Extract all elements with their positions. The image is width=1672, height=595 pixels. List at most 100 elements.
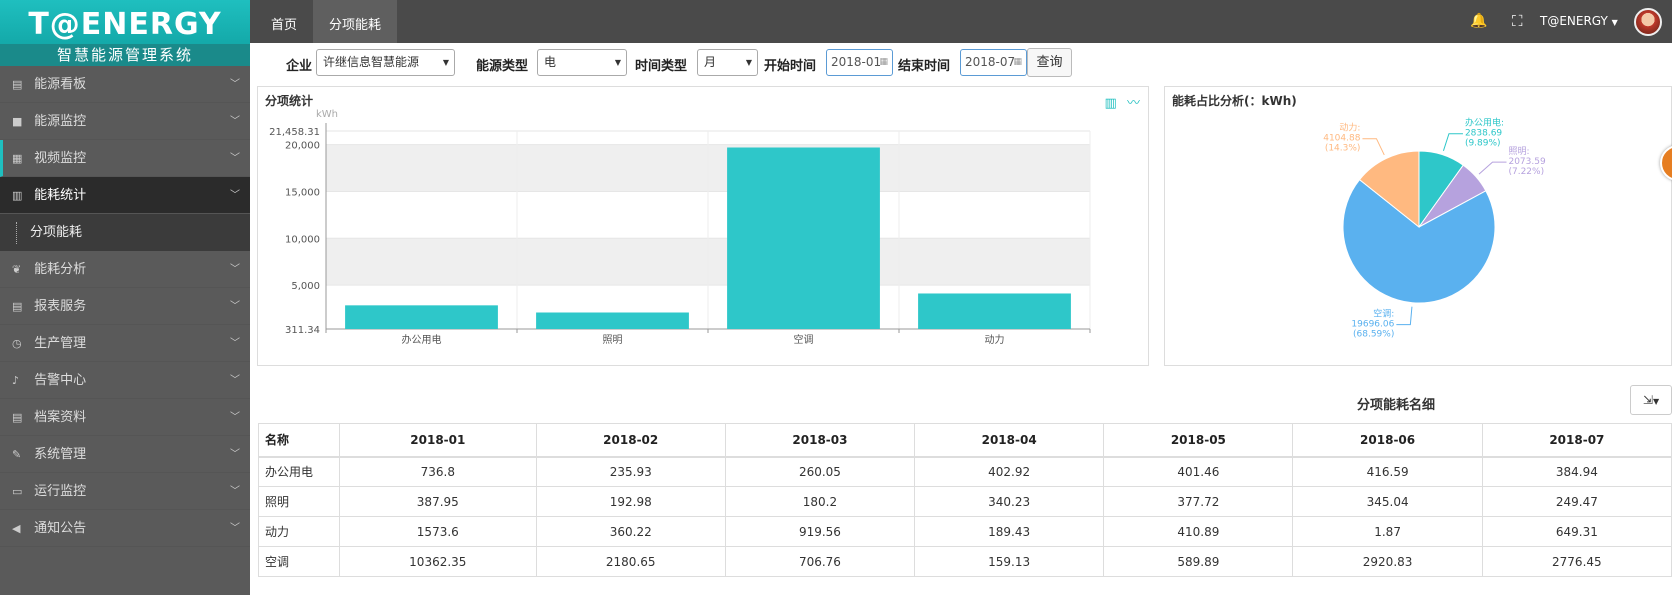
start-time-input[interactable]: 2018-01 ▦	[826, 49, 893, 76]
table-cell: 260.05	[724, 456, 916, 487]
y-tick-label: 311.34	[285, 325, 320, 336]
video-camera-icon: ■	[12, 115, 23, 128]
company-select-value: 许继信息智慧能源	[323, 55, 420, 69]
column-header[interactable]: 2018-04	[914, 423, 1105, 458]
sidebar-item-label: 系统管理	[34, 447, 87, 462]
sidebar-item-runtime-monitor[interactable]: ▭ 运行监控 ﹀	[0, 473, 250, 510]
table-header-row: 名称 2018-01 2018-02 2018-03 2018-04 2018-…	[258, 423, 1672, 458]
sidebar-item-production[interactable]: ◷ 生产管理 ﹀	[0, 325, 250, 362]
table-cell: 410.89	[1103, 516, 1294, 547]
pie-chart-panel: 能耗占比分析(：kWh) 办公用电: 2838.69 (9.89%) 照明: 2073.…	[1164, 86, 1672, 366]
sidebar-item-video-monitor[interactable]: ▦ 视频监控 ﹀	[0, 140, 250, 177]
sidebar-item-label: 通知公告	[34, 521, 87, 536]
chevron-down-icon: ﹀	[230, 153, 240, 164]
table-cell: 10362.35	[339, 546, 537, 577]
table-cell: 736.8	[339, 456, 537, 487]
table-row: 办公用电 736.8 235.93 260.05 402.92 401.46 4…	[258, 456, 1672, 487]
energy-type-select[interactable]: 电 ▼	[537, 49, 627, 76]
bell-icon[interactable]: 🔔	[1470, 0, 1487, 43]
column-header[interactable]: 2018-07	[1481, 423, 1672, 458]
list-icon: ▤	[12, 411, 23, 424]
table-cell: 706.76	[724, 546, 916, 577]
sidebar-item-report-service[interactable]: ▤ 报表服务 ﹀	[0, 288, 250, 325]
film-icon: ▦	[12, 152, 23, 165]
table-cell: 360.22	[535, 516, 726, 547]
sidebar-item-system-settings[interactable]: ✎ 系统管理 ﹀	[0, 436, 250, 473]
bullhorn-icon: ◀	[12, 522, 21, 535]
monitor-icon: ▭	[12, 485, 23, 498]
table-cell: 照明	[258, 486, 340, 517]
sidebar-item-alarm-center[interactable]: ♪ 告警中心 ﹀	[0, 362, 250, 399]
filter-bar: 企业 许继信息智慧能源 ▼ 能源类型 电 ▼ 时间类型 月 ▼ 开始时间 201…	[250, 43, 1672, 83]
column-header[interactable]: 2018-05	[1103, 423, 1294, 458]
column-header[interactable]: 2018-03	[724, 423, 916, 458]
table-cell: 919.56	[724, 516, 916, 547]
end-time-label: 结束时间	[898, 59, 951, 74]
sidebar-item-label: 能源监控	[34, 114, 87, 129]
pie-label: 办公用电:	[1465, 117, 1504, 129]
sidebar-item-label: 运行监控	[34, 484, 87, 499]
end-time-input[interactable]: 2018-07 ▦	[960, 49, 1027, 76]
pie-label: 2073.59	[1508, 157, 1545, 167]
column-header[interactable]: 2018-02	[535, 423, 726, 458]
chevron-down-icon: ﹀	[230, 523, 240, 534]
start-time-value: 2018-01	[831, 55, 882, 69]
list-icon: ▤	[12, 300, 23, 313]
pie-label: 照明:	[1508, 146, 1529, 157]
fullscreen-icon[interactable]: ⛶	[1512, 0, 1523, 43]
bar-chart-icon: ▥	[12, 189, 23, 202]
tab-itemized-energy[interactable]: 分项能耗	[313, 0, 398, 43]
submenu-item-itemized-energy[interactable]: 分项能耗	[0, 214, 250, 251]
energy-type-label: 能源类型	[476, 59, 529, 74]
bar	[727, 147, 880, 329]
sidebar-menu: ▤ 能源看板 ﹀ ■ 能源监控 ﹀ ▦ 视频监控 ﹀ ▥ 能耗统计 ﹀ 分项能耗…	[0, 66, 250, 547]
avatar[interactable]	[1634, 8, 1662, 36]
sidebar-item-label: 生产管理	[34, 336, 87, 351]
tab-home[interactable]: 首页	[255, 0, 313, 43]
query-button[interactable]: 查询	[1027, 48, 1072, 77]
pie-label-line	[1362, 138, 1385, 156]
calendar-icon: ▦	[1013, 57, 1022, 67]
logo: T@ENERGY 智慧能源管理系统	[0, 0, 250, 66]
y-tick-label: 10,000	[285, 234, 320, 245]
column-header[interactable]: 名称	[258, 423, 340, 458]
table-cell: 189.43	[914, 516, 1105, 547]
y-tick-label: 21,458.31	[269, 127, 320, 138]
column-header[interactable]: 2018-01	[339, 423, 537, 458]
x-tick-label: 动力	[985, 333, 1005, 346]
bar	[536, 312, 689, 329]
select-arrow-icon: ▼	[614, 58, 621, 67]
calendar-icon: ▦	[879, 57, 888, 67]
y-axis-unit: kWh	[316, 109, 338, 120]
sidebar-item-label: 能耗统计	[34, 188, 87, 203]
table-cell: 402.92	[914, 456, 1105, 487]
company-select[interactable]: 许继信息智慧能源 ▼	[316, 49, 455, 76]
sidebar-item-notices[interactable]: ◀ 通知公告 ﹀	[0, 510, 250, 547]
column-header[interactable]: 2018-06	[1292, 423, 1483, 458]
sidebar-item-energy-monitor[interactable]: ■ 能源监控 ﹀	[0, 103, 250, 140]
time-type-select[interactable]: 月 ▼	[697, 49, 758, 76]
sidebar: T@ENERGY 智慧能源管理系统 ▤ 能源看板 ﹀ ■ 能源监控 ﹀ ▦ 视频…	[0, 0, 250, 595]
pie-label-line	[1478, 161, 1507, 175]
sidebar-item-energy-analysis[interactable]: ❦ 能耗分析 ﹀	[0, 251, 250, 288]
chevron-down-icon: ﹀	[230, 449, 240, 460]
pie-label: 19696.06	[1351, 320, 1394, 330]
sidebar-item-label: 能源看板	[34, 77, 87, 92]
pie-label-line	[1442, 133, 1463, 151]
user-menu[interactable]: T@ENERGY ▼	[1540, 0, 1618, 43]
pie-label: 4104.88	[1323, 134, 1360, 144]
sidebar-item-energy-stats[interactable]: ▥ 能耗统计 ﹀	[0, 177, 250, 214]
detail-title: 分项能耗名细	[1357, 398, 1436, 413]
export-icon: ⇲	[1642, 393, 1653, 407]
sidebar-item-energy-dashboard[interactable]: ▤ 能源看板 ﹀	[0, 66, 250, 103]
table-cell: 401.46	[1103, 456, 1294, 487]
x-tick-label: 办公用电	[402, 333, 442, 346]
sidebar-item-archives[interactable]: ▤ 档案资料 ﹀	[0, 399, 250, 436]
table-cell: 159.13	[914, 546, 1105, 577]
time-type-select-value: 月	[704, 55, 717, 69]
sidebar-item-label: 档案资料	[34, 410, 87, 425]
table-cell: 649.31	[1481, 516, 1672, 547]
chevron-down-icon: ﹀	[230, 301, 240, 312]
pie-label: 动力:	[1339, 122, 1360, 134]
export-button[interactable]: ⇲▼	[1630, 385, 1672, 415]
